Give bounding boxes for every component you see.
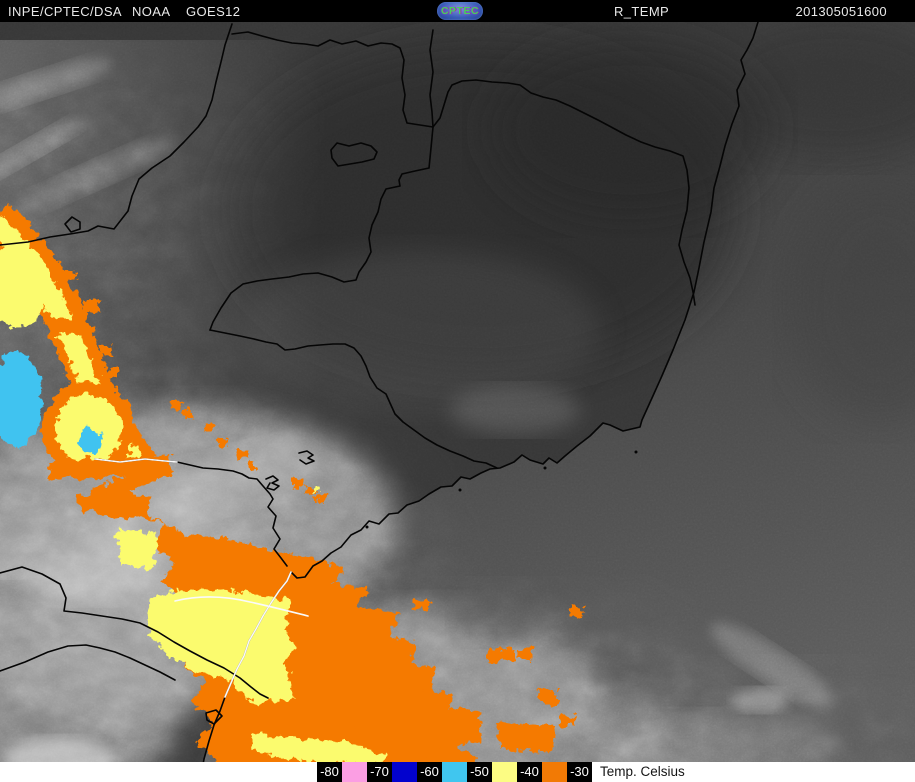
satellite-label: GOES12	[186, 4, 241, 19]
legend-swatch-orange	[542, 762, 567, 782]
timestamp-label: 201305051600	[795, 4, 887, 19]
legend-label: -80	[317, 762, 342, 782]
product-label: R_TEMP	[614, 4, 670, 19]
header-bar: INPE/CPTEC/DSA NOAA GOES12 CPTEC R_TEMP …	[0, 0, 915, 22]
network-label: NOAA	[132, 4, 171, 19]
legend-label: -30	[567, 762, 592, 782]
legend-label: -50	[467, 762, 492, 782]
cptec-logo: CPTEC	[437, 2, 483, 20]
legend: -80 -70 -60 -50 -40 -30 Temp. Celsius	[317, 762, 685, 782]
legend-swatch-cyan	[442, 762, 467, 782]
satellite-product-page: INPE/CPTEC/DSA NOAA GOES12 CPTEC R_TEMP …	[0, 0, 915, 782]
legend-swatch-pink	[342, 762, 367, 782]
legend-label: -70	[367, 762, 392, 782]
agency-label: INPE/CPTEC/DSA	[8, 4, 122, 19]
legend-label: -40	[517, 762, 542, 782]
legend-bar: -80 -70 -60 -50 -40 -30 Temp. Celsius	[0, 762, 915, 782]
legend-title: Temp. Celsius	[600, 764, 685, 779]
satellite-image	[0, 0, 915, 782]
legend-swatch-blue	[392, 762, 417, 782]
legend-label: -60	[417, 762, 442, 782]
legend-swatch-yellow	[492, 762, 517, 782]
